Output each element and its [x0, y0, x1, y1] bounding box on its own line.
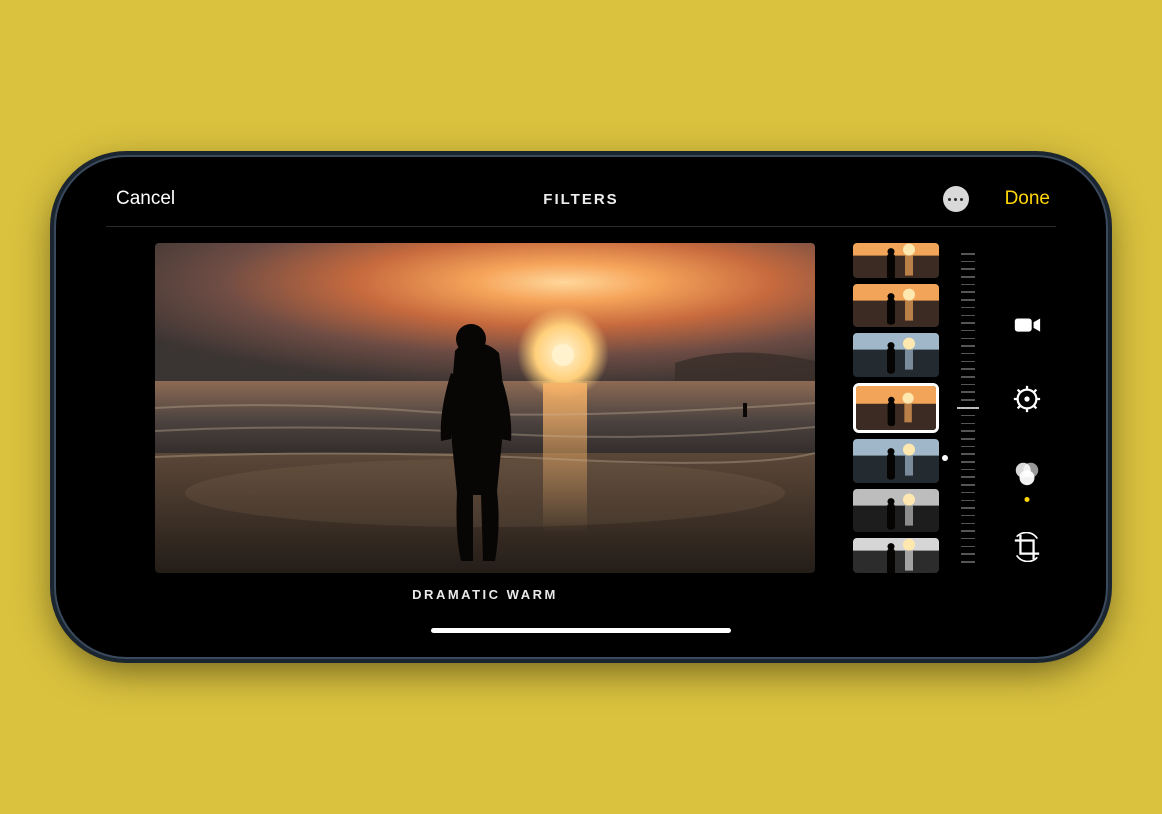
editor-topbar: Cancel FILTERS Done	[70, 171, 1092, 227]
done-button[interactable]: Done	[1005, 188, 1050, 210]
cancel-button[interactable]: Cancel	[116, 188, 175, 210]
ellipsis-icon	[948, 198, 963, 201]
filter-thumb-dramatic-warm[interactable]	[853, 383, 939, 434]
more-options-button[interactable]	[943, 186, 969, 212]
home-indicator[interactable]	[431, 628, 731, 633]
adjust-tool[interactable]	[1010, 384, 1044, 418]
filter-thumb-vivid-warm[interactable]	[853, 284, 939, 327]
slider-knob-indicator	[942, 455, 948, 461]
phone-frame: Cancel FILTERS Done	[56, 157, 1106, 657]
filter-thumb-silvertone[interactable]	[853, 538, 939, 573]
adjust-icon	[1012, 384, 1042, 419]
editor-body: DRAMATIC WARM	[70, 227, 1092, 643]
screen-title: FILTERS	[543, 191, 618, 208]
crop-icon	[1012, 532, 1042, 567]
preview-area: DRAMATIC WARM	[126, 243, 844, 633]
current-filter-label: DRAMATIC WARM	[412, 587, 558, 602]
video-tool[interactable]	[1010, 310, 1044, 344]
crop-tool[interactable]	[1010, 532, 1044, 566]
filter-thumb-dramatic-cool[interactable]	[853, 439, 939, 482]
edit-mode-toolbar	[992, 243, 1062, 633]
filter-thumbnail-strip[interactable]	[850, 243, 942, 573]
filter-intensity-slider[interactable]	[948, 243, 988, 573]
filter-thumb-vivid-cool[interactable]	[853, 333, 939, 376]
preview-image	[155, 243, 815, 573]
filter-thumb-vivid[interactable]	[853, 243, 939, 278]
filter-thumb-mono[interactable]	[853, 489, 939, 532]
screen: Cancel FILTERS Done	[70, 171, 1092, 643]
filters-tool[interactable]	[1010, 458, 1044, 492]
video-icon	[1012, 310, 1042, 345]
photo-preview[interactable]	[155, 243, 815, 573]
filters-icon	[1012, 458, 1042, 493]
